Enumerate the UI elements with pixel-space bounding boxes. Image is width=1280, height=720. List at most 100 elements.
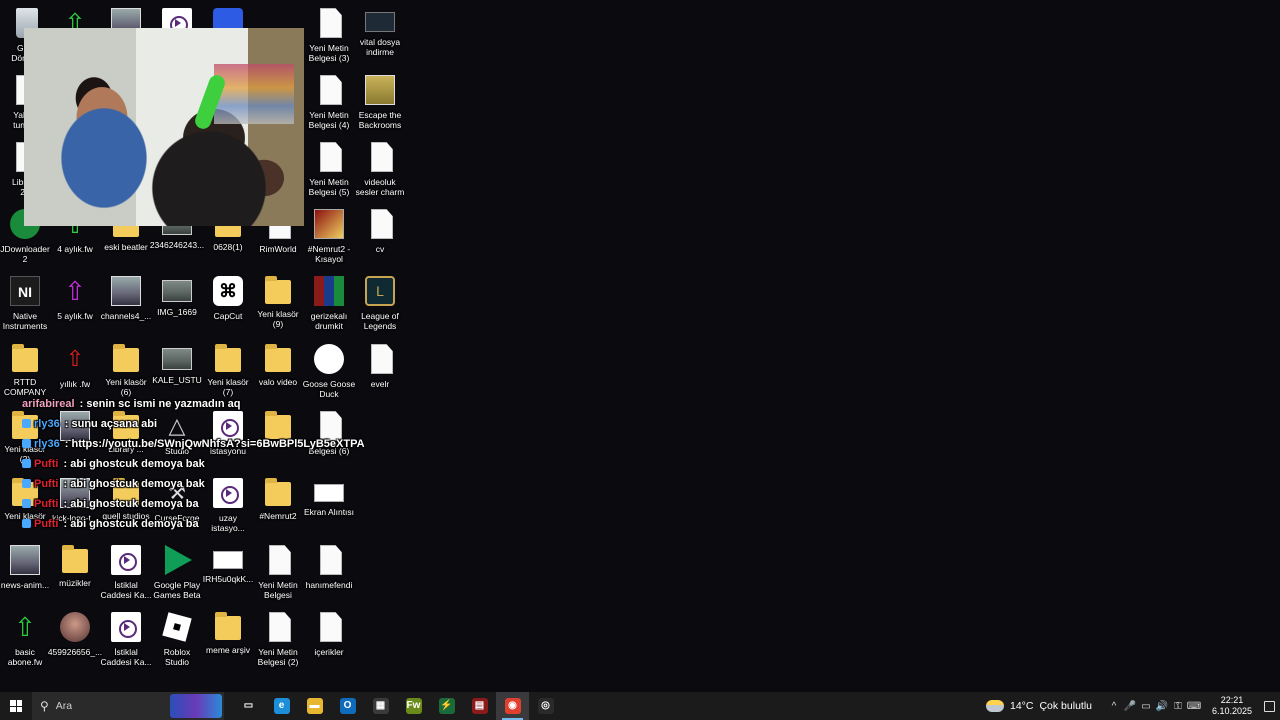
outlook-icon: O (339, 698, 356, 714)
taskbar-app-winrar[interactable]: ▤ (463, 692, 496, 720)
taskbar-app-fireworks[interactable]: Fw (397, 692, 430, 720)
desktop-icon[interactable]: IRH5u0qkK... (203, 541, 253, 605)
chat-username: Pufti (34, 498, 59, 510)
chat-badge-icon (22, 419, 31, 428)
photo-icon (162, 348, 192, 370)
desktop-icon[interactable]: ⇧ basic abone.fw (0, 608, 50, 672)
desktop-icon[interactable]: ⌘ CapCut (203, 272, 253, 336)
terminal-icon (365, 12, 395, 32)
doc-icon (320, 411, 342, 441)
obs-icon: ◎ (537, 698, 554, 714)
microphone-icon[interactable]: 🎤 (1122, 692, 1138, 720)
taskbar-app-file-explorer[interactable]: ▬ (298, 692, 331, 720)
desktop-icon[interactable]: IMG_1669 (152, 272, 202, 336)
desktop-icon[interactable]: ⇧ 5 aylık.fw (50, 272, 100, 336)
desktop-icon[interactable]: Escape the Backrooms (355, 71, 405, 135)
store-icon: ▦ (372, 698, 389, 714)
desktop-icon[interactable]: ⇧ yıllık .fw (50, 340, 100, 404)
desktop-icon[interactable]: Google Play Games Beta (152, 541, 202, 605)
desktop-icon[interactable]: RTTD COMPANY (0, 340, 50, 404)
arrow-green-icon: ⇧ (14, 612, 36, 642)
webcam-shelf (214, 64, 294, 124)
desktop-icon[interactable]: müzikler (50, 541, 100, 605)
desktop-icon[interactable]: #Nemrut2 (253, 474, 303, 538)
desktop-icon[interactable]: L League of Legends (355, 272, 405, 336)
desktop-icon[interactable]: uzay istasyo... (203, 474, 253, 538)
desktop-icon[interactable]: vital dosya indirme (355, 4, 405, 68)
desktop-icon[interactable]: Yeni Metin Belgesi (4) (304, 71, 354, 135)
security-icon[interactable]: ⚿ (1170, 692, 1186, 720)
chat-text: : abi ghostcuk demoya ba (60, 518, 199, 530)
clock[interactable]: 22:21 6.10.2025 (1206, 695, 1258, 717)
desktop-icon[interactable]: cv (355, 205, 405, 269)
desktop-icon[interactable]: Ekran Alıntısı (304, 474, 354, 538)
desktop-icon[interactable]: NI Native Instruments (0, 272, 50, 336)
desktop-icon[interactable]: Yeni klasör (7) (203, 340, 253, 404)
chat-username: rly36 (34, 438, 60, 450)
chat-badge-icon (22, 439, 31, 448)
weather-widget[interactable]: 14°C Çok bulutlu (986, 700, 1092, 712)
volume-icon[interactable]: 🔊 (1154, 692, 1170, 720)
desktop-icon-label: içerikler (314, 647, 344, 657)
desktop-icon[interactable]: channels4_... (101, 272, 151, 336)
taskbar-apps: ▭ e ▬ O ▦ Fw ⚡ ▤ ◉ ◎ (232, 692, 562, 720)
desktop-icon[interactable]: evelr (355, 340, 405, 404)
desktop-icon[interactable]: Roblox Studio (152, 608, 202, 672)
desktop-icon[interactable]: hanımefendi (304, 541, 354, 605)
roblox-icon (162, 612, 192, 642)
taskbar-app-flashpoint[interactable]: ⚡ (430, 692, 463, 720)
escape-icon (365, 75, 395, 105)
taskbar-app-store[interactable]: ▦ (364, 692, 397, 720)
folder-icon (113, 344, 139, 372)
desktop-icon[interactable]: Yeni Metin Belgesi (2) (253, 608, 303, 672)
chat-text: : senin sc ismi ne yazmadın aq (76, 398, 241, 410)
desktop-icon[interactable]: news-anim... (0, 541, 50, 605)
chat-username: Pufti (34, 458, 59, 470)
taskbar-app-obs[interactable]: ◎ (529, 692, 562, 720)
taskbar-app-task-view[interactable]: ▭ (232, 692, 265, 720)
desktop-icon[interactable]: Yeni Metin Belgesi (5) (304, 138, 354, 202)
arrow-purple-icon: ⇧ (64, 276, 86, 306)
network-icon[interactable]: ▭ (1138, 692, 1154, 720)
photo-icon (162, 280, 192, 302)
system-tray: 14°C Çok bulutlu ^ 🎤 ▭ 🔊 ⚿ ⌨ 22:21 6.10.2025 (986, 692, 1280, 720)
capcut-icon: ⌘ (213, 276, 243, 306)
desktop-icon[interactable]: meme arşiv (203, 608, 253, 672)
taskbar-app-chrome[interactable]: ◉ (496, 692, 529, 720)
desktop-icon[interactable]: içerikler (304, 608, 354, 672)
notification-button[interactable] (1258, 692, 1280, 720)
folder-icon (12, 344, 38, 372)
doc-icon (269, 545, 291, 575)
goose-icon (314, 344, 344, 374)
start-button[interactable] (0, 692, 32, 720)
gplay-icon (165, 545, 192, 575)
desktop-icon[interactable]: İstiklal Caddesi Ka... (100, 541, 152, 605)
desktop-icon[interactable]: Goose Goose Duck (303, 340, 355, 404)
keyboard-icon[interactable]: ⌨ (1186, 692, 1202, 720)
chat-message: Pufti : abi ghostcuk demoya bak (22, 478, 205, 491)
folder-icon (265, 344, 291, 372)
nemrut-icon (314, 209, 344, 239)
taskbar-app-outlook[interactable]: O (331, 692, 364, 720)
desktop-icon[interactable]: Yeni klasör (9) (253, 272, 303, 336)
desktop-icon-label: cv (375, 244, 385, 254)
desktop-icon[interactable]: Yeni klasör (6) (101, 340, 151, 404)
desktop-icon[interactable]: videoluk sesler charm (355, 138, 405, 202)
desktop-icon[interactable]: 459926656_... (48, 608, 102, 672)
avatar-icon (60, 612, 90, 642)
desktop-icon[interactable]: valo video (253, 340, 303, 404)
chat-message: Pufti : abi ghostcuk demoya bak (22, 458, 205, 471)
desktop-icon[interactable]: Yeni Metin Belgesi (253, 541, 303, 605)
show-hidden-icon[interactable]: ^ (1106, 692, 1122, 720)
desktop-icon[interactable]: Yeni Metin Belgesi (3) (304, 4, 354, 68)
desktop-icon[interactable]: KALE_USTU (152, 340, 202, 404)
winrar-icon (314, 276, 344, 306)
desktop-icon[interactable]: #Nemrut2 - Kısayol (304, 205, 354, 269)
screen-icon (213, 551, 243, 569)
chat-message: rly36 : sunu açsana abi (22, 418, 157, 431)
taskbar-search[interactable]: ⚲ Ara (32, 692, 224, 720)
desktop-icon[interactable]: gerizekalı drumkit (304, 272, 354, 336)
taskbar-app-edge[interactable]: e (265, 692, 298, 720)
chat-badge-icon (22, 459, 31, 468)
desktop-icon[interactable]: İstiklal Caddesi Ka... (100, 608, 152, 672)
